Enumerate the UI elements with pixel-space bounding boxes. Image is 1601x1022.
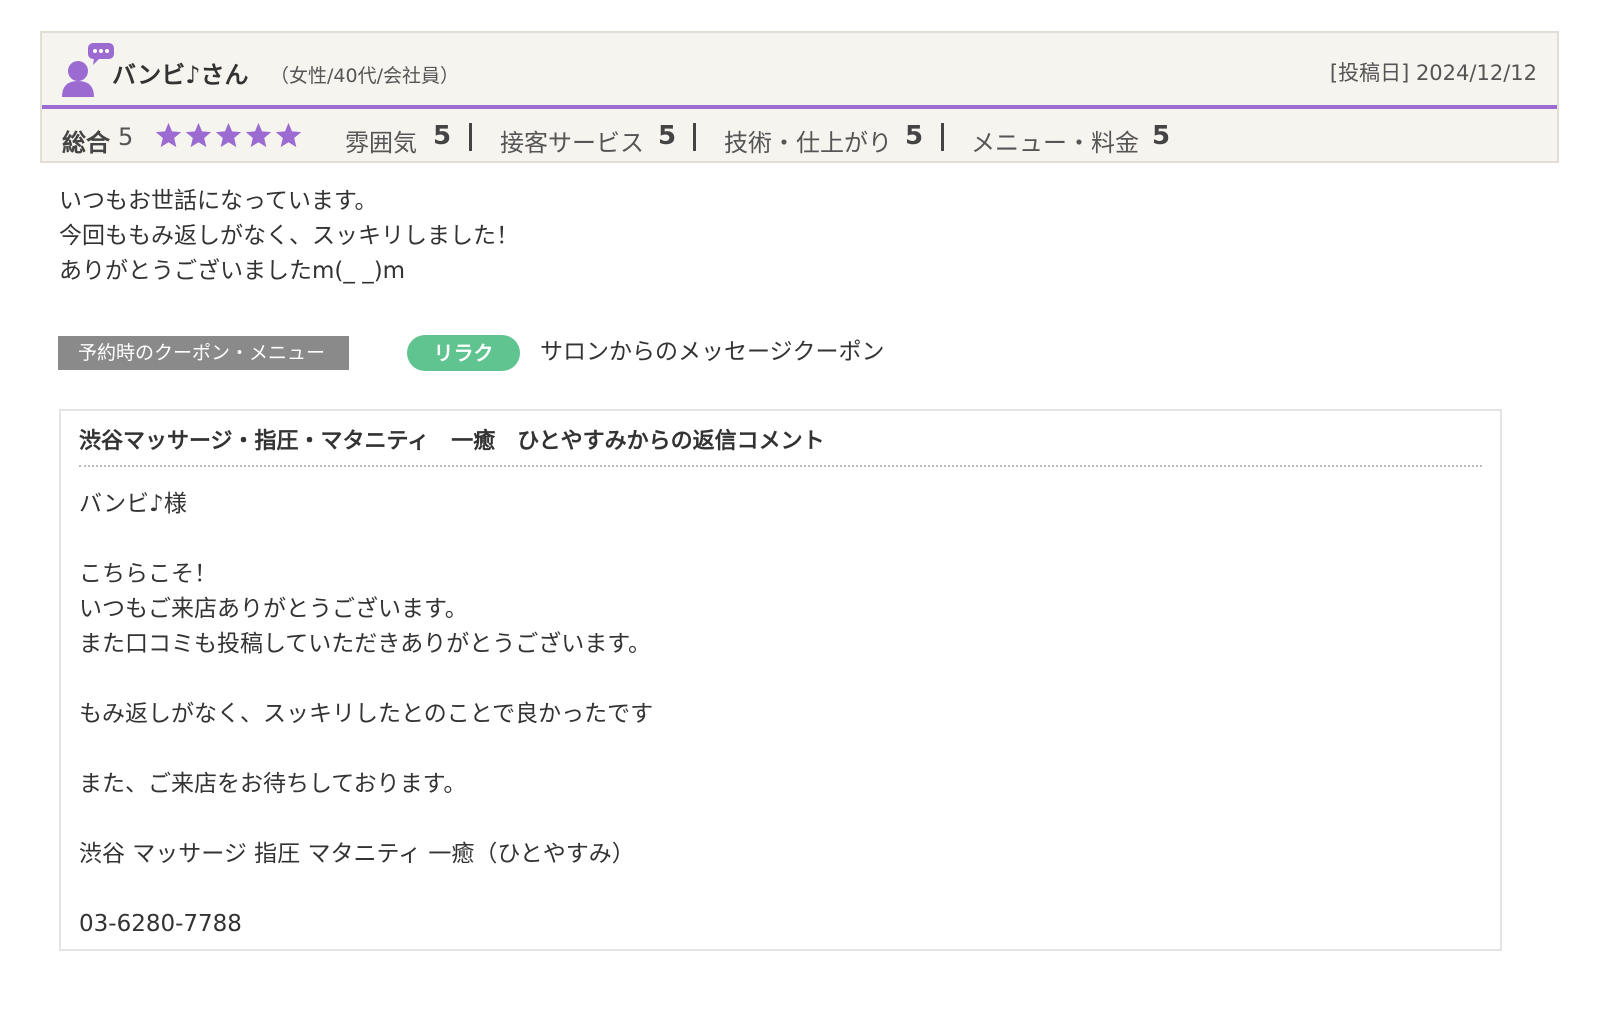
rating-divider xyxy=(469,123,472,151)
star-icon xyxy=(185,122,212,148)
review-comment: いつもお世話になっています。 今回ももみ返しがなく、スッキリしました！ ありがと… xyxy=(59,188,519,284)
overall-score: 5 xyxy=(118,123,134,151)
rating-label-atmosphere: 雰囲気 xyxy=(345,129,417,157)
rating-divider xyxy=(693,123,696,151)
relax-badge: リラク xyxy=(407,335,520,371)
rating-score-technique: 5 xyxy=(905,121,924,151)
star-rating xyxy=(154,121,303,151)
reviewer-bar: バンビ♪さん （女性/40代/会社員） [投稿日] 2024/12/12 xyxy=(42,33,1557,109)
star-icon xyxy=(155,122,182,148)
salon-reply-box: 渋谷マッサージ・指圧・マタニティ 一癒 ひとやすみからの返信コメント バンビ♪様… xyxy=(59,409,1502,951)
post-date: [投稿日] 2024/12/12 xyxy=(1329,61,1537,85)
star-icon xyxy=(275,122,302,148)
rating-label-menu-price: メニュー・料金 xyxy=(971,129,1139,157)
rating-label-service: 接客サービス xyxy=(500,129,644,157)
user-comment-icon xyxy=(62,43,114,97)
rating-label-technique: 技術・仕上がり xyxy=(724,129,892,157)
overall-label: 総合 xyxy=(62,129,110,157)
rating-divider xyxy=(941,123,944,151)
reviewer-name: バンビ♪さん xyxy=(112,61,249,89)
star-icon xyxy=(215,122,242,148)
review-header: バンビ♪さん （女性/40代/会社員） [投稿日] 2024/12/12 総合 … xyxy=(40,31,1559,163)
rating-score-menu-price: 5 xyxy=(1152,121,1171,151)
reply-divider xyxy=(79,465,1482,467)
rating-row: 総合 5 雰囲気 5 接客サービス 5 技術・仕上がり 5 メニュー・料金 5 xyxy=(42,109,1557,163)
reviewer-attributes: （女性/40代/会社員） xyxy=(270,65,459,87)
star-icon xyxy=(245,122,272,148)
reply-title: 渋谷マッサージ・指圧・マタニティ 一癒 ひとやすみからの返信コメント xyxy=(79,429,825,454)
reply-body: バンビ♪様 こちらこそ！ いつもご来店ありがとうございます。 また口コミも投稿し… xyxy=(79,491,654,937)
rating-score-atmosphere: 5 xyxy=(433,121,452,151)
rating-score-service: 5 xyxy=(658,121,677,151)
coupon-section-label: 予約時のクーポン・メニュー xyxy=(58,336,349,370)
coupon-name[interactable]: サロンからのメッセージクーポン xyxy=(540,336,885,368)
